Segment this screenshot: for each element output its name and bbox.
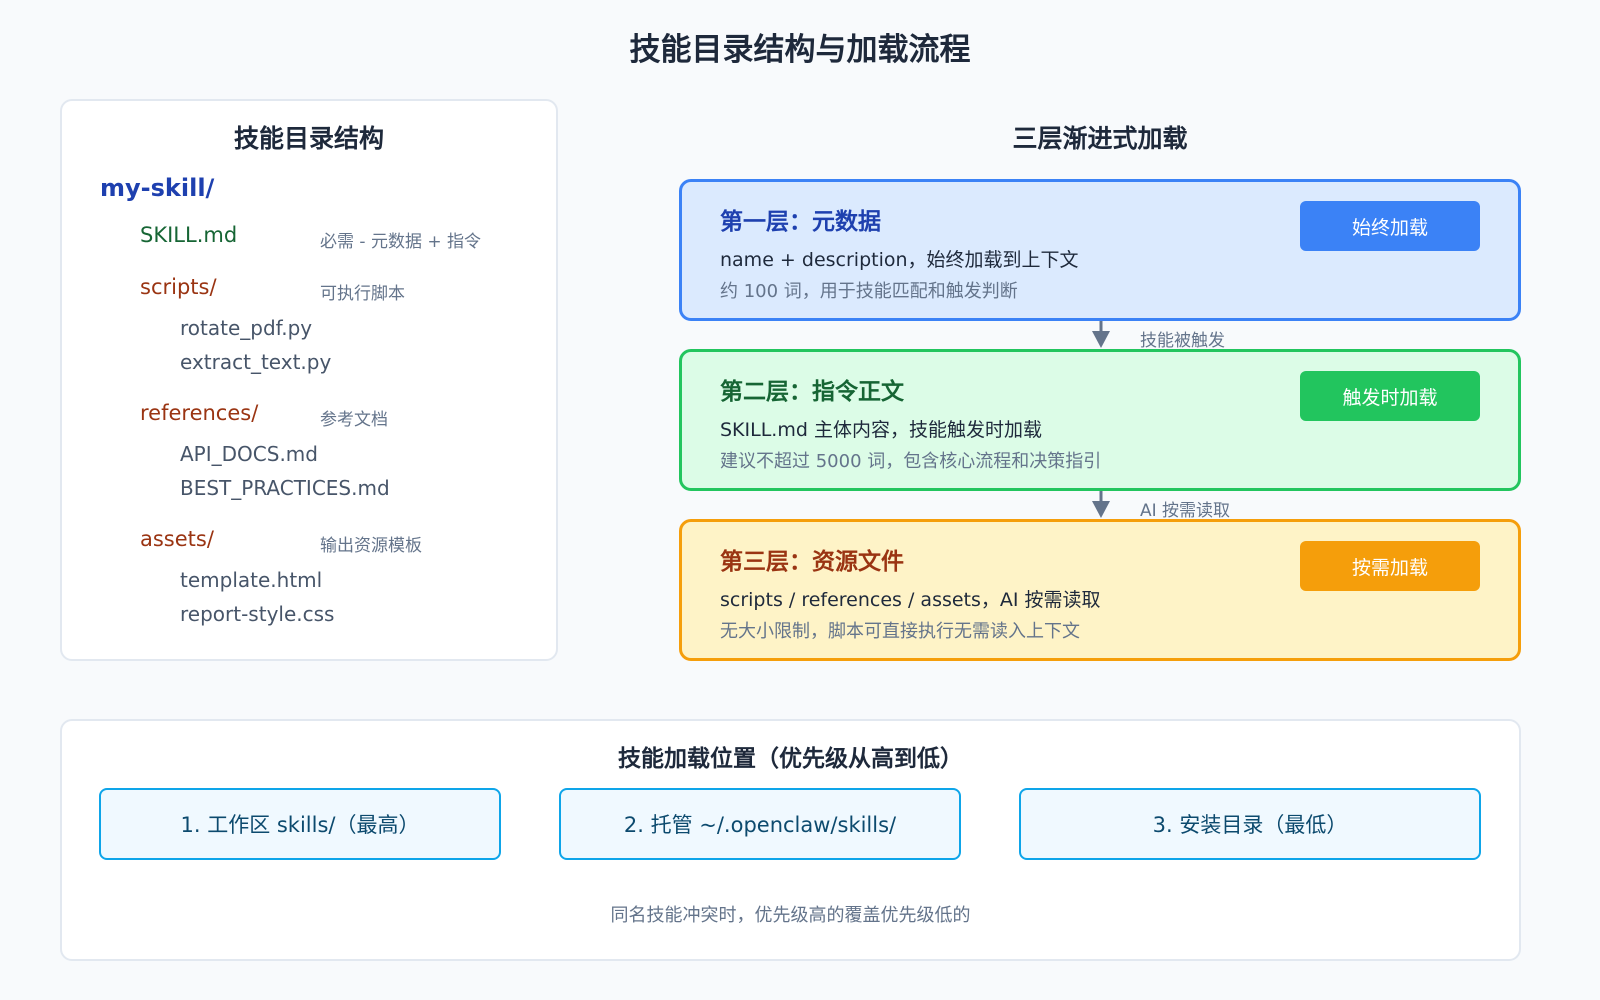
on-demand-badge: 按需加载 — [1300, 541, 1480, 591]
trigger-load-badge: 触发时加载 — [1300, 371, 1480, 421]
layers-title: 三层渐进式加载 — [1012, 124, 1188, 153]
layer-1-desc: name + description，始终加载到上下文 — [720, 249, 1079, 271]
file-item: extract_text.py — [180, 350, 332, 374]
location-install: 3. 安装目录（最低） — [1019, 788, 1481, 860]
scripts-note: 可执行脚本 — [320, 284, 405, 304]
assets-note: 输出资源模板 — [320, 536, 422, 556]
scripts-folder: scripts/ — [140, 275, 217, 299]
references-folder: references/ — [140, 401, 259, 425]
layer-1-title: 第一层：元数据 — [720, 209, 881, 235]
arrow-down-icon — [1092, 491, 1110, 518]
page-title: 技能目录结构与加载流程 — [629, 32, 971, 68]
layer-2-title: 第二层：指令正文 — [720, 379, 904, 405]
file-item: BEST_PRACTICES.md — [180, 476, 390, 500]
root-folder: my-skill/ — [100, 174, 215, 202]
layer-3-desc: scripts / references / assets，AI 按需读取 — [720, 589, 1101, 611]
arrow-down-icon — [1092, 321, 1110, 348]
skill-md-note: 必需 - 元数据 + 指令 — [320, 232, 481, 252]
arrow-label-triggered: 技能被触发 — [1140, 331, 1225, 351]
layer-3-card: 第三层：资源文件 scripts / references / assets，A… — [679, 519, 1521, 661]
location-managed: 2. 托管 ~/.openclaw/skills/ — [559, 788, 961, 860]
layer-3-title: 第三层：资源文件 — [720, 549, 904, 575]
layer-2-sub: 建议不超过 5000 词，包含核心流程和决策指引 — [720, 451, 1102, 472]
layer-1-card: 第一层：元数据 name + description，始终加载到上下文 约 10… — [679, 179, 1521, 321]
arrow-label-on-demand: AI 按需读取 — [1140, 501, 1231, 521]
file-item: template.html — [180, 568, 323, 592]
file-item: API_DOCS.md — [180, 442, 318, 466]
file-item: rotate_pdf.py — [180, 316, 313, 340]
assets-folder: assets/ — [140, 527, 214, 551]
location-workspace: 1. 工作区 skills/（最高） — [99, 788, 501, 860]
locations-note: 同名技能冲突时，优先级高的覆盖优先级低的 — [610, 905, 971, 926]
layer-2-desc: SKILL.md 主体内容，技能触发时加载 — [720, 419, 1042, 441]
skill-md-file: SKILL.md — [140, 223, 238, 247]
references-note: 参考文档 — [320, 410, 388, 430]
file-item: report-style.css — [180, 602, 335, 626]
layer-2-card: 第二层：指令正文 SKILL.md 主体内容，技能触发时加载 建议不超过 500… — [679, 349, 1521, 491]
layer-1-sub: 约 100 词，用于技能匹配和触发判断 — [720, 281, 1018, 302]
always-load-badge: 始终加载 — [1300, 201, 1480, 251]
locations-title: 技能加载位置（优先级从高到低） — [618, 746, 963, 772]
directory-panel-title: 技能目录结构 — [233, 124, 384, 153]
layer-3-sub: 无大小限制，脚本可直接执行无需读入上下文 — [720, 621, 1080, 642]
